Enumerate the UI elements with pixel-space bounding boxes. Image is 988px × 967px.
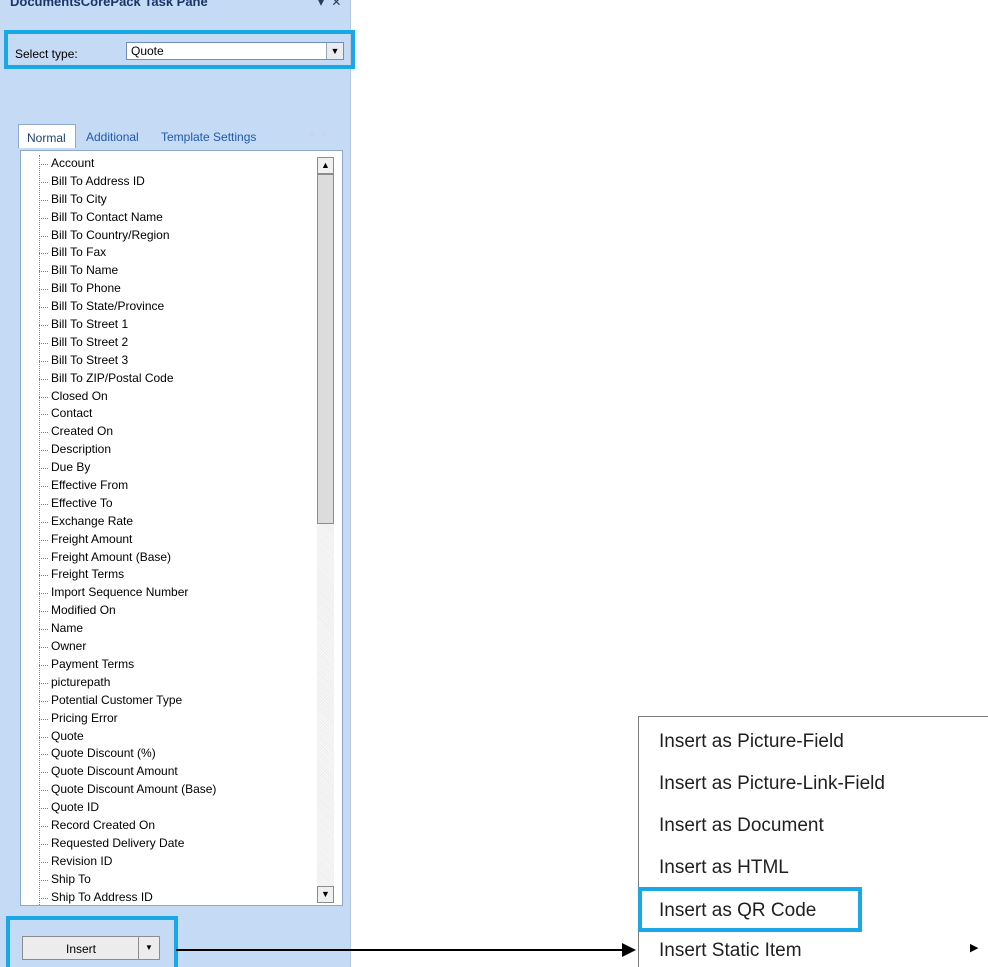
list-item[interactable]: Closed On (21, 388, 317, 406)
list-item[interactable]: Bill To ZIP/Postal Code (21, 370, 317, 388)
pane-title: DocumentsCorePack Task Pane (10, 0, 208, 9)
list-item[interactable]: Pricing Error (21, 710, 317, 728)
menu-item-insert-picture-link-field[interactable]: Insert as Picture-Link-Field (659, 773, 885, 795)
menu-item-insert-document[interactable]: Insert as Document (659, 815, 824, 837)
list-item[interactable]: Effective To (21, 495, 317, 513)
list-item[interactable]: Bill To Contact Name (21, 209, 317, 227)
list-item[interactable]: Bill To Street 2 (21, 334, 317, 352)
list-item[interactable]: Potential Customer Type (21, 692, 317, 710)
list-item[interactable]: Freight Amount (21, 531, 317, 549)
list-item[interactable]: Import Sequence Number (21, 584, 317, 602)
list-item[interactable]: Requested Delivery Date (21, 835, 317, 853)
list-item[interactable]: Bill To Street 1 (21, 316, 317, 334)
tab-additional[interactable]: Additional (86, 124, 139, 148)
list-item[interactable]: Record Created On (21, 817, 317, 835)
list-item[interactable]: Created On (21, 423, 317, 441)
pane-window-controls[interactable]: ▾ ✕ (318, 0, 343, 9)
list-item[interactable]: Bill To State/Province (21, 298, 317, 316)
vertical-scrollbar[interactable]: ▲ ▼ (317, 157, 334, 903)
task-pane: DocumentsCorePack Task Pane ▾ ✕ Select t… (0, 0, 351, 967)
list-item[interactable]: Contact (21, 405, 317, 423)
list-item[interactable]: Bill To Country/Region (21, 227, 317, 245)
connector-arrow (176, 943, 636, 957)
list-item[interactable]: Quote Discount Amount (Base) (21, 781, 317, 799)
scroll-down-icon[interactable]: ▼ (317, 886, 334, 903)
list-item[interactable]: Ship To Address ID (21, 889, 317, 905)
list-item[interactable]: Payment Terms (21, 656, 317, 674)
list-item[interactable]: Bill To Street 3 (21, 352, 317, 370)
tab-template-settings[interactable]: Template Settings (161, 124, 256, 148)
scroll-up-icon[interactable]: ▲ (317, 157, 334, 174)
list-item[interactable]: Effective From (21, 477, 317, 495)
field-tree: Account Bill To Address ID Bill To City Bil… (20, 150, 343, 906)
submenu-arrow-icon: ▶ (970, 942, 979, 954)
list-item[interactable]: Account (21, 155, 317, 173)
list-item[interactable]: picturepath (21, 674, 317, 692)
list-item[interactable]: Quote Discount Amount (21, 763, 317, 781)
tab-scroll-arrows-icon[interactable]: ◀▶ (308, 129, 334, 140)
list-item[interactable]: Freight Amount (Base) (21, 549, 317, 567)
list-item[interactable]: Description (21, 441, 317, 459)
menu-item-insert-html[interactable]: Insert as HTML (659, 857, 789, 879)
field-list: Account Bill To Address ID Bill To City Bil… (21, 155, 317, 905)
list-item[interactable]: Bill To Fax (21, 244, 317, 262)
list-item[interactable]: Revision ID (21, 853, 317, 871)
scrollbar-thumb[interactable] (317, 174, 334, 524)
list-item[interactable]: Exchange Rate (21, 513, 317, 531)
list-item[interactable]: Bill To Name (21, 262, 317, 280)
list-item[interactable]: Bill To Phone (21, 280, 317, 298)
field-tabs: Normal Additional Template Settings ◀▶ (18, 118, 344, 148)
list-item[interactable]: Quote Discount (%) (21, 745, 317, 763)
qr-code-highlight (638, 887, 862, 932)
list-item[interactable]: Name (21, 620, 317, 638)
list-item[interactable]: Modified On (21, 602, 317, 620)
list-item[interactable]: Quote ID (21, 799, 317, 817)
tab-normal[interactable]: Normal (18, 124, 76, 148)
list-item[interactable]: Ship To (21, 871, 317, 889)
list-item[interactable]: Quote (21, 728, 317, 746)
list-item[interactable]: Bill To Address ID (21, 173, 317, 191)
pane-title-bar: DocumentsCorePack Task Pane ▾ ✕ (0, 0, 350, 14)
insert-button-highlight (6, 916, 178, 967)
list-item[interactable]: Bill To City (21, 191, 317, 209)
list-item[interactable]: Freight Terms (21, 566, 317, 584)
select-type-highlight (4, 30, 355, 69)
menu-item-insert-static-item[interactable]: Insert Static Item (659, 940, 802, 962)
list-item[interactable]: Owner (21, 638, 317, 656)
list-item[interactable]: Due By (21, 459, 317, 477)
menu-item-insert-picture-field[interactable]: Insert as Picture-Field (659, 731, 844, 753)
